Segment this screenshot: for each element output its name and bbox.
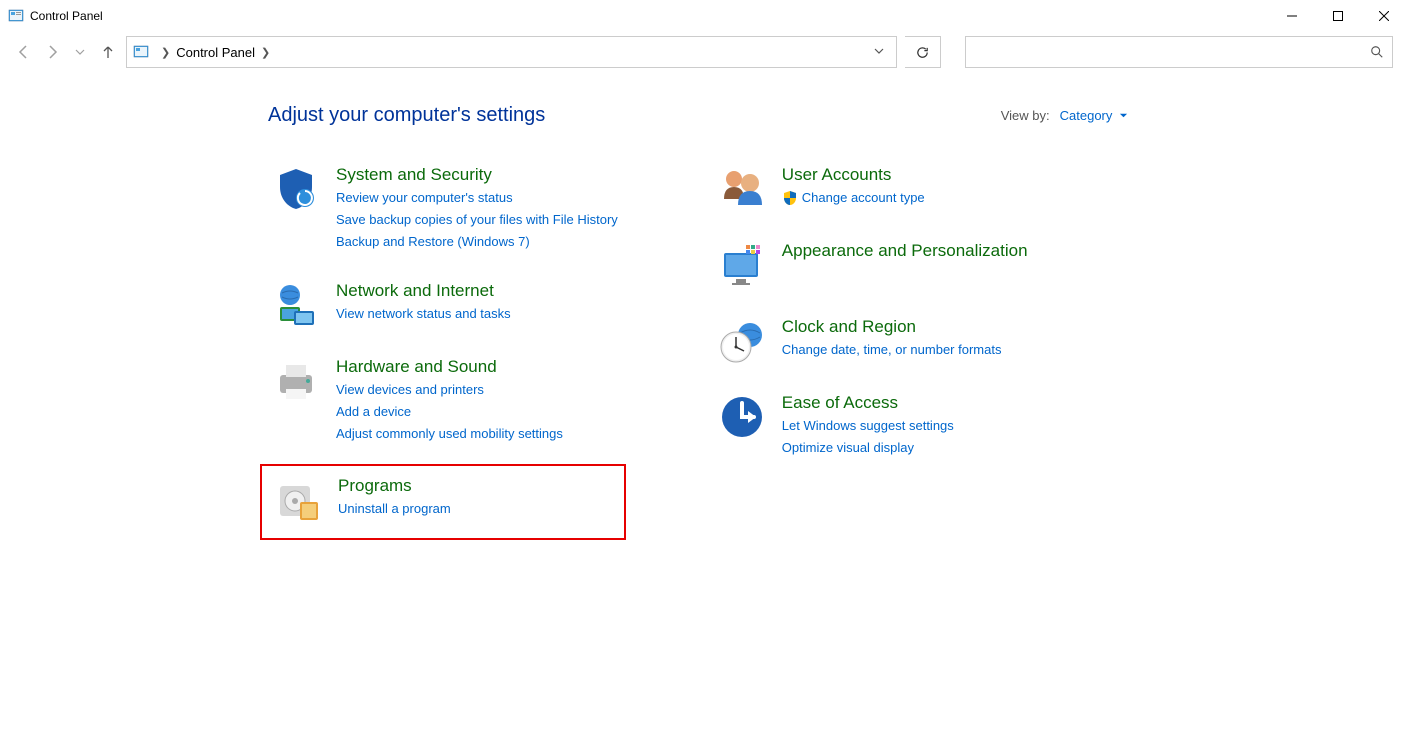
shield-icon[interactable] (272, 165, 320, 213)
minimize-button[interactable] (1269, 0, 1315, 32)
breadcrumb-separator[interactable]: ❯ (161, 46, 170, 59)
uac-shield-icon (782, 190, 798, 206)
breadcrumb-separator[interactable]: ❯ (261, 46, 270, 59)
category-link[interactable]: Add a device (336, 401, 563, 423)
category-link[interactable]: Change account type (782, 187, 925, 209)
addressbar[interactable]: ❯ Control Panel ❯ (126, 36, 897, 68)
clock-icon[interactable] (718, 317, 766, 365)
category-clock-region: Clock and Region Change date, time, or n… (714, 313, 1032, 369)
category-title[interactable]: Clock and Region (782, 317, 1002, 337)
view-by-dropdown[interactable]: Category (1060, 108, 1128, 123)
view-by-value: Category (1060, 108, 1113, 123)
category-link[interactable]: View network status and tasks (336, 303, 511, 325)
categories: System and Security Review your computer… (0, 161, 1407, 530)
control-panel-icon (8, 8, 24, 24)
category-title[interactable]: System and Security (336, 165, 618, 185)
category-link[interactable]: Review your computer's status (336, 187, 618, 209)
navbar: ❯ Control Panel ❯ (0, 32, 1407, 72)
network-icon[interactable] (272, 281, 320, 329)
category-link[interactable]: Let Windows suggest settings (782, 415, 954, 437)
titlebar-left: Control Panel (8, 8, 103, 24)
close-button[interactable] (1361, 0, 1407, 32)
ease-of-access-icon[interactable] (718, 393, 766, 441)
nav-arrows (14, 42, 118, 62)
category-user-accounts: User Accounts Change account type (714, 161, 1032, 217)
category-link[interactable]: Uninstall a program (338, 498, 451, 520)
breadcrumb-current[interactable]: Control Panel (176, 45, 255, 60)
users-icon[interactable] (718, 165, 766, 213)
control-panel-icon (133, 44, 149, 60)
category-title[interactable]: Appearance and Personalization (782, 241, 1028, 261)
category-title[interactable]: Network and Internet (336, 281, 511, 301)
category-link[interactable]: Adjust commonly used mobility settings (336, 423, 563, 445)
category-appearance: Appearance and Personalization (714, 237, 1032, 293)
addressbar-history-dropdown[interactable] (868, 46, 890, 59)
category-title[interactable]: Programs (338, 476, 451, 496)
forward-button[interactable] (42, 42, 62, 62)
left-column: System and Security Review your computer… (268, 161, 622, 530)
search-input[interactable] (974, 45, 1370, 60)
page-title: Adjust your computer's settings (268, 104, 545, 127)
back-button[interactable] (14, 42, 34, 62)
content-header: Adjust your computer's settings View by:… (0, 104, 1128, 127)
category-link[interactable]: Optimize visual display (782, 437, 954, 459)
category-link-label: Change account type (802, 187, 925, 209)
category-hardware-sound: Hardware and Sound View devices and prin… (268, 353, 622, 449)
titlebar: Control Panel (0, 0, 1407, 32)
category-link[interactable]: View devices and printers (336, 379, 563, 401)
right-column: User Accounts Change account type (714, 161, 1032, 530)
content: Adjust your computer's settings View by:… (0, 72, 1407, 530)
category-programs: Programs Uninstall a program (266, 472, 620, 528)
highlight-box: Programs Uninstall a program (260, 464, 626, 540)
view-by: View by: Category (1001, 108, 1128, 123)
category-link[interactable]: Save backup copies of your files with Fi… (336, 209, 618, 231)
category-title[interactable]: Hardware and Sound (336, 357, 563, 377)
category-link[interactable]: Change date, time, or number formats (782, 339, 1002, 361)
category-link[interactable]: Backup and Restore (Windows 7) (336, 231, 618, 253)
category-ease-of-access: Ease of Access Let Windows suggest setti… (714, 389, 1032, 463)
category-title[interactable]: User Accounts (782, 165, 925, 185)
search-box[interactable] (965, 36, 1393, 68)
window-controls (1269, 0, 1407, 32)
maximize-button[interactable] (1315, 0, 1361, 32)
category-system-security: System and Security Review your computer… (268, 161, 622, 257)
refresh-button[interactable] (905, 36, 941, 68)
search-icon (1370, 45, 1384, 59)
programs-icon[interactable] (274, 476, 322, 524)
window-title: Control Panel (30, 9, 103, 23)
view-by-label: View by: (1001, 108, 1050, 123)
category-network-internet: Network and Internet View network status… (268, 277, 622, 333)
appearance-icon[interactable] (718, 241, 766, 289)
printer-icon[interactable] (272, 357, 320, 405)
up-button[interactable] (98, 42, 118, 62)
category-title[interactable]: Ease of Access (782, 393, 954, 413)
recent-locations-dropdown[interactable] (70, 42, 90, 62)
